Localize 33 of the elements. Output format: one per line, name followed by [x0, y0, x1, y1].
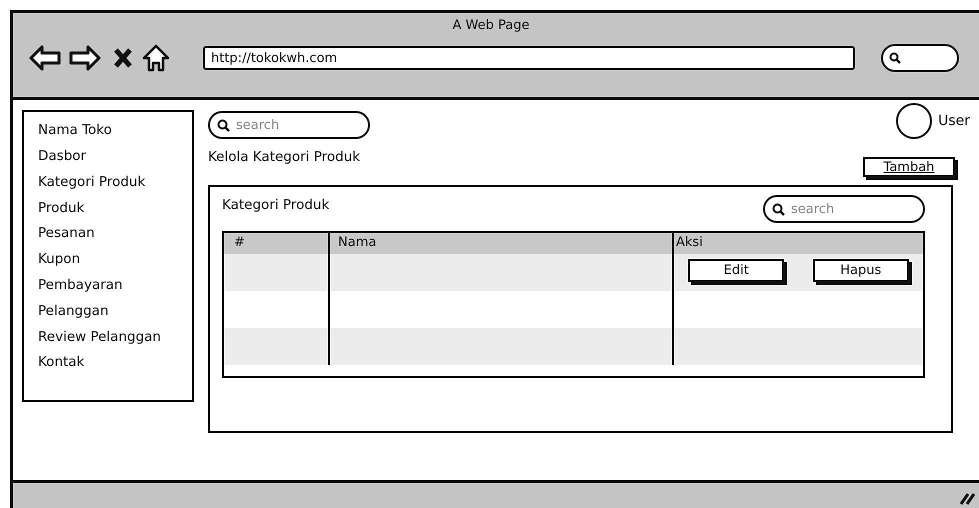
nav-link[interactable]: Dasbor — [38, 148, 192, 174]
search-icon — [217, 119, 230, 132]
avatar-icon[interactable] — [896, 102, 932, 138]
resize-grip-icon[interactable] — [959, 491, 975, 505]
search-field[interactable]: search — [763, 195, 925, 223]
search-field[interactable]: search — [208, 111, 370, 139]
back-icon[interactable] — [29, 45, 61, 71]
close-icon[interactable] — [113, 47, 133, 69]
search-icon — [889, 52, 901, 64]
nav-link[interactable]: Kontak — [38, 354, 192, 380]
search-icon — [772, 203, 785, 216]
nav-link[interactable]: Pesanan — [38, 225, 192, 252]
column-header: Aksi — [672, 233, 923, 254]
nav-link[interactable]: Kupon — [38, 251, 192, 277]
delete-button[interactable]: Hapus — [812, 259, 909, 282]
nav-link[interactable]: Review Pelanggan — [38, 328, 192, 354]
forward-icon[interactable] — [69, 45, 101, 71]
window-title: A Web Page — [452, 18, 530, 33]
page-heading: Kelola Kategori Produk — [208, 149, 362, 165]
store-name: Nama Toko — [38, 122, 113, 138]
column-header: # — [224, 233, 328, 254]
column-header: Nama — [328, 233, 672, 254]
nav-link[interactable]: Produk — [38, 200, 192, 226]
edit-button[interactable]: Edit — [688, 259, 784, 282]
add-button[interactable]: Tambah — [863, 157, 955, 177]
nav-link[interactable]: Pelanggan — [38, 302, 192, 329]
nav-link[interactable]: Kategori Produk — [38, 174, 192, 200]
url-field[interactable]: http://tokokwh.com — [203, 46, 855, 70]
browser-search-field[interactable] — [881, 44, 959, 72]
panel-title: Kategori Produk — [222, 197, 330, 213]
nav-link[interactable]: Pembayaran — [38, 276, 192, 303]
home-icon[interactable] — [141, 43, 171, 73]
user-label: User — [938, 112, 970, 128]
